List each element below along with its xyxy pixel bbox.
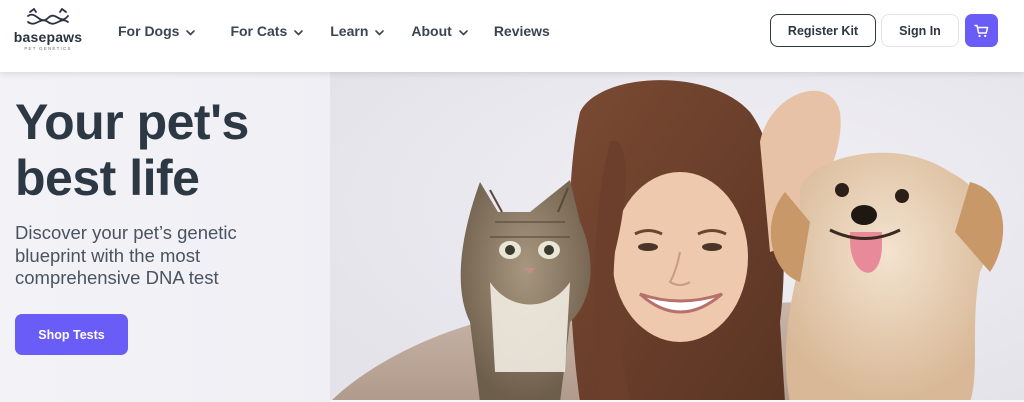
brand-name: basepaws: [13, 29, 83, 45]
nav-item-label: For Dogs: [118, 23, 180, 39]
chevron-down-icon: [294, 23, 304, 39]
hero-section: Your pet's best life Discover your pet’s…: [0, 72, 1024, 402]
nav-item-label: For Cats: [230, 23, 288, 39]
nav-item-label: Reviews: [493, 23, 550, 39]
nav-item-learn[interactable]: Learn: [330, 22, 385, 40]
nav-item-label: About: [411, 23, 452, 39]
brand-logo[interactable]: basepaws PET GENETICS: [12, 8, 84, 56]
nav-item-for-dogs[interactable]: For Dogs: [118, 22, 196, 40]
nav-item-about[interactable]: About: [411, 22, 468, 40]
site-header: basepaws PET GENETICS For Dogs For Cats …: [0, 0, 1024, 72]
nav-item-label: Learn: [330, 23, 369, 39]
nav-item-for-cats[interactable]: For Cats: [230, 22, 304, 40]
nav-item-reviews[interactable]: Reviews: [494, 22, 550, 40]
register-kit-button[interactable]: Register Kit: [770, 14, 876, 47]
chevron-down-icon: [186, 23, 196, 39]
chevron-down-icon: [459, 23, 468, 39]
paws-logo-icon: [27, 8, 69, 25]
cart-button[interactable]: [965, 14, 998, 47]
sign-in-button[interactable]: Sign In: [881, 14, 959, 47]
shop-tests-button[interactable]: Shop Tests: [15, 314, 128, 355]
hero-image-woman-cat-dog: [330, 72, 1024, 402]
chevron-down-icon: [375, 23, 385, 39]
main-nav: For Dogs For Cats Learn About Reviews: [118, 22, 550, 40]
cart-icon: [974, 24, 989, 37]
hero-title: Your pet's best life: [15, 94, 249, 206]
hero-subtitle: Discover your pet’s genetic blueprint wi…: [15, 222, 237, 288]
brand-tagline: PET GENETICS: [24, 46, 72, 51]
